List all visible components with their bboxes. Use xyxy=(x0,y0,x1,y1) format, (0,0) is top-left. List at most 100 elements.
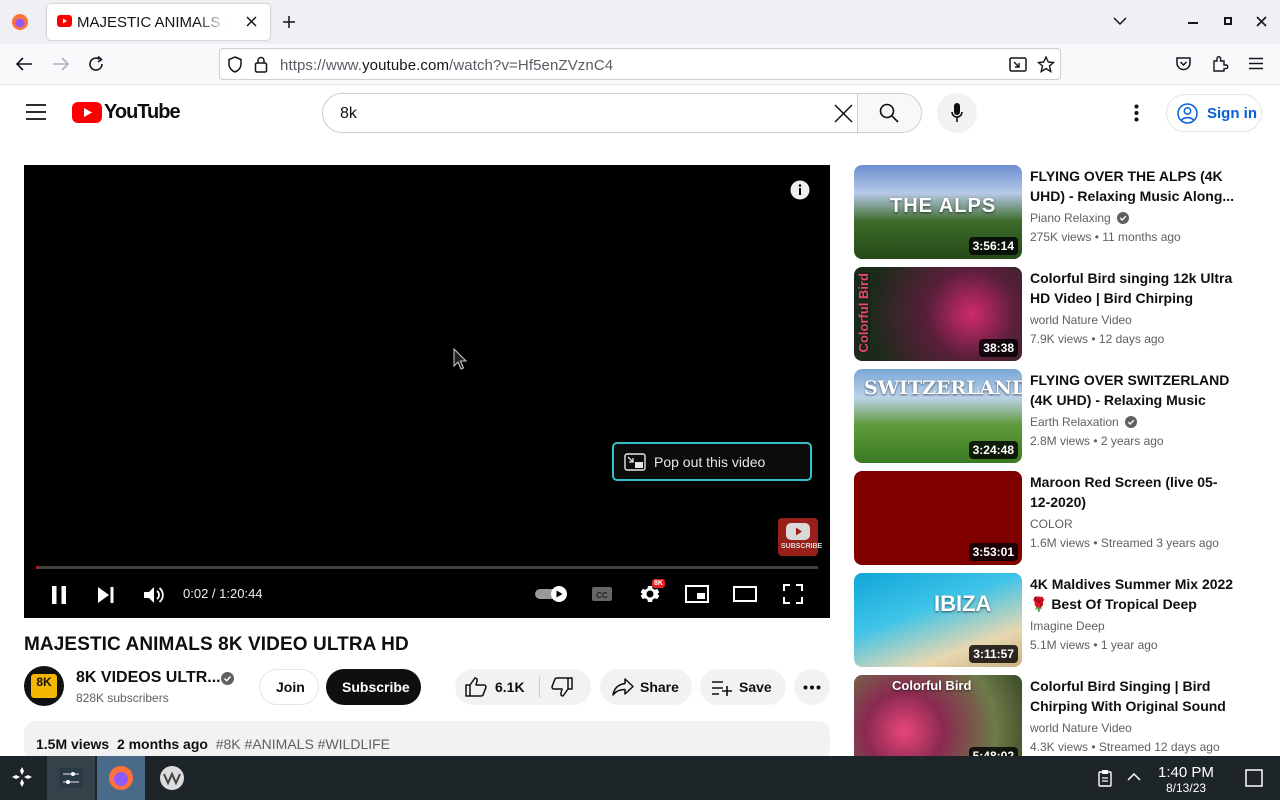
next-video-icon[interactable] xyxy=(97,586,115,604)
like-button[interactable]: 6.1K xyxy=(455,669,539,705)
pop-out-video-button[interactable]: Pop out this video xyxy=(612,442,812,481)
new-tab-icon[interactable] xyxy=(282,15,296,29)
show-desktop-icon[interactable] xyxy=(1245,769,1263,787)
recommendation-item[interactable]: 3:53:01 Maroon Red Screen (live 05-12-20… xyxy=(854,471,1244,565)
url-text[interactable]: https://www.youtube.com/watch?v=Hf5enZVz… xyxy=(280,57,613,74)
recommendation-stats: 4.3K views • Streamed 12 days ago xyxy=(1030,740,1220,754)
recommendation-thumbnail[interactable]: IBIZA 3:11:57 xyxy=(854,573,1022,667)
close-window-icon[interactable] xyxy=(1256,16,1267,27)
theater-mode-icon[interactable] xyxy=(733,586,757,602)
reload-icon[interactable] xyxy=(87,55,105,73)
recommendation-channel[interactable]: world Nature Video xyxy=(1030,313,1132,327)
subscribe-watermark[interactable]: SUBSCRIBE xyxy=(778,518,822,556)
video-duration: 3:24:48 xyxy=(968,441,1018,459)
progress-bar[interactable] xyxy=(36,566,818,569)
subtitles-icon[interactable]: CC xyxy=(591,585,613,603)
recommendation-channel[interactable]: Piano Relaxing xyxy=(1030,211,1130,225)
app-menu-icon[interactable] xyxy=(1249,57,1263,70)
more-actions-button[interactable] xyxy=(794,669,830,705)
settings-more-icon[interactable] xyxy=(1134,104,1139,122)
recommendation-channel[interactable]: world Nature Video xyxy=(1030,721,1132,735)
guide-menu-icon[interactable] xyxy=(26,104,46,120)
recommendation-item[interactable]: Colorful Bird 38:38 Colorful Bird singin… xyxy=(854,267,1244,361)
miniplayer-icon[interactable] xyxy=(685,585,709,603)
thumbnail-text: SWITZERLAND xyxy=(864,377,1022,399)
url-bar[interactable]: https://www.youtube.com/watch?v=Hf5enZVz… xyxy=(219,48,1061,80)
recommendation-title[interactable]: 4K Maldives Summer Mix 2022 🌹 Best Of Tr… xyxy=(1030,574,1235,614)
search-input[interactable]: 8k xyxy=(340,105,357,123)
recommendation-channel[interactable]: COLOR xyxy=(1030,517,1073,531)
channel-subscriber-count: 828K subscribers xyxy=(76,691,169,705)
volume-icon[interactable] xyxy=(143,585,165,605)
close-tab-icon[interactable] xyxy=(245,15,258,28)
description-box[interactable]: 1.5M views 2 months ago #8K #ANIMALS #WI… xyxy=(24,721,830,761)
recommendation-title[interactable]: Colorful Bird Singing | Bird Chirping Wi… xyxy=(1030,676,1235,716)
time-total: 1:20:44 xyxy=(219,586,263,601)
channel-name[interactable]: 8K VIDEOS ULTR... xyxy=(76,669,221,687)
channel-avatar-text: 8K xyxy=(36,675,52,689)
pause-icon[interactable] xyxy=(51,586,67,604)
thumbs-down-icon[interactable] xyxy=(551,677,573,697)
forward-arrow-icon[interactable] xyxy=(52,56,70,72)
pocket-icon[interactable] xyxy=(1175,56,1192,72)
recommendation-thumbnail[interactable]: Colorful Bird 38:38 xyxy=(854,267,1022,361)
settings-gear-icon[interactable]: 8K xyxy=(638,579,665,606)
recommendation-title[interactable]: Maroon Red Screen (live 05-12-2020) xyxy=(1030,472,1235,512)
recommendation-item[interactable]: SWITZERLAND 3:24:48 FLYING OVER SWITZERL… xyxy=(854,369,1244,463)
video-duration: 3:53:01 xyxy=(968,543,1018,561)
search-icon xyxy=(879,103,899,123)
video-player[interactable]: Pop out this video SUBSCRIBE 0:02 / 1:20… xyxy=(24,165,830,618)
list-all-tabs-icon[interactable] xyxy=(1113,16,1127,26)
bookmark-star-icon[interactable] xyxy=(1037,56,1055,73)
autoplay-toggle[interactable] xyxy=(534,585,570,603)
clear-search-icon[interactable] xyxy=(834,104,853,123)
recommendation-thumbnail[interactable]: 3:53:01 xyxy=(854,471,1022,565)
hashtags[interactable]: #8K #ANIMALS #WILDLIFE xyxy=(216,736,390,752)
fullscreen-icon[interactable] xyxy=(783,584,803,604)
info-icon[interactable] xyxy=(790,180,810,200)
settings-sliders-icon xyxy=(59,768,83,788)
channel-avatar[interactable]: 8K xyxy=(24,666,64,706)
maximize-icon[interactable] xyxy=(1224,17,1232,25)
tracking-protection-shield-icon[interactable] xyxy=(227,56,243,73)
picture-in-picture-icon[interactable] xyxy=(1009,57,1027,73)
extensions-icon[interactable] xyxy=(1211,55,1229,73)
recommendation-stats: 5.1M views • 1 year ago xyxy=(1030,638,1158,652)
subscribe-button[interactable]: Subscribe xyxy=(326,669,421,705)
app-launcher-icon[interactable] xyxy=(10,765,34,789)
recommendation-title[interactable]: FLYING OVER SWITZERLAND (4K UHD) - Relax… xyxy=(1030,370,1235,410)
recommendation-stats: 275K views • 11 months ago xyxy=(1030,230,1181,244)
lock-icon[interactable] xyxy=(254,56,268,73)
recommendation-item[interactable]: IBIZA 3:11:57 4K Maldives Summer Mix 202… xyxy=(854,573,1244,667)
recommendation-channel[interactable]: Earth Relaxation xyxy=(1030,415,1138,429)
taskbar-item-firefox[interactable] xyxy=(97,756,145,800)
channel-avatar-logo: 8K xyxy=(31,674,57,698)
recommendation-title[interactable]: Colorful Bird singing 12k Ultra HD Video… xyxy=(1030,268,1235,308)
view-count: 1.5M views xyxy=(36,736,110,752)
save-button[interactable]: Save xyxy=(700,669,786,705)
recommendation-thumbnail[interactable]: Colorful Bird 5:48:02 xyxy=(854,675,1022,769)
voice-search-button[interactable] xyxy=(937,93,977,133)
taskbar-item-vm[interactable] xyxy=(147,756,195,800)
recommendation-thumbnail[interactable]: SWITZERLAND 3:24:48 xyxy=(854,369,1022,463)
firefox-menu-icon[interactable] xyxy=(11,13,29,31)
sign-in-button[interactable]: Sign in xyxy=(1166,94,1262,132)
taskbar-item-settings[interactable] xyxy=(47,756,95,800)
clock-date[interactable]: 8/13/23 xyxy=(1166,781,1206,795)
share-button[interactable]: Share xyxy=(600,669,692,705)
clock-time[interactable]: 1:40 PM xyxy=(1158,764,1214,781)
recommendation-item[interactable]: THE ALPS 3:56:14 FLYING OVER THE ALPS (4… xyxy=(854,165,1244,259)
clipboard-icon[interactable] xyxy=(1097,769,1113,787)
browser-tab-active[interactable]: MAJESTIC ANIMALS 8K VIDEO ULTRA HD xyxy=(47,4,270,40)
join-button[interactable]: Join xyxy=(259,669,319,705)
recommendation-item[interactable]: Colorful Bird 5:48:02 Colorful Bird Sing… xyxy=(854,675,1244,769)
search-button[interactable] xyxy=(857,94,921,132)
recommendation-channel[interactable]: Imagine Deep xyxy=(1030,619,1105,633)
recommendation-title[interactable]: FLYING OVER THE ALPS (4K UHD) - Relaxing… xyxy=(1030,166,1235,206)
recommendation-thumbnail[interactable]: THE ALPS 3:56:14 xyxy=(854,165,1022,259)
minimize-icon[interactable] xyxy=(1188,21,1198,25)
search-box[interactable]: 8k xyxy=(322,93,922,133)
recommendation-stats: 1.6M views • Streamed 3 years ago xyxy=(1030,536,1219,550)
system-tray-expand-icon[interactable] xyxy=(1127,772,1141,781)
back-arrow-icon[interactable] xyxy=(15,56,33,72)
